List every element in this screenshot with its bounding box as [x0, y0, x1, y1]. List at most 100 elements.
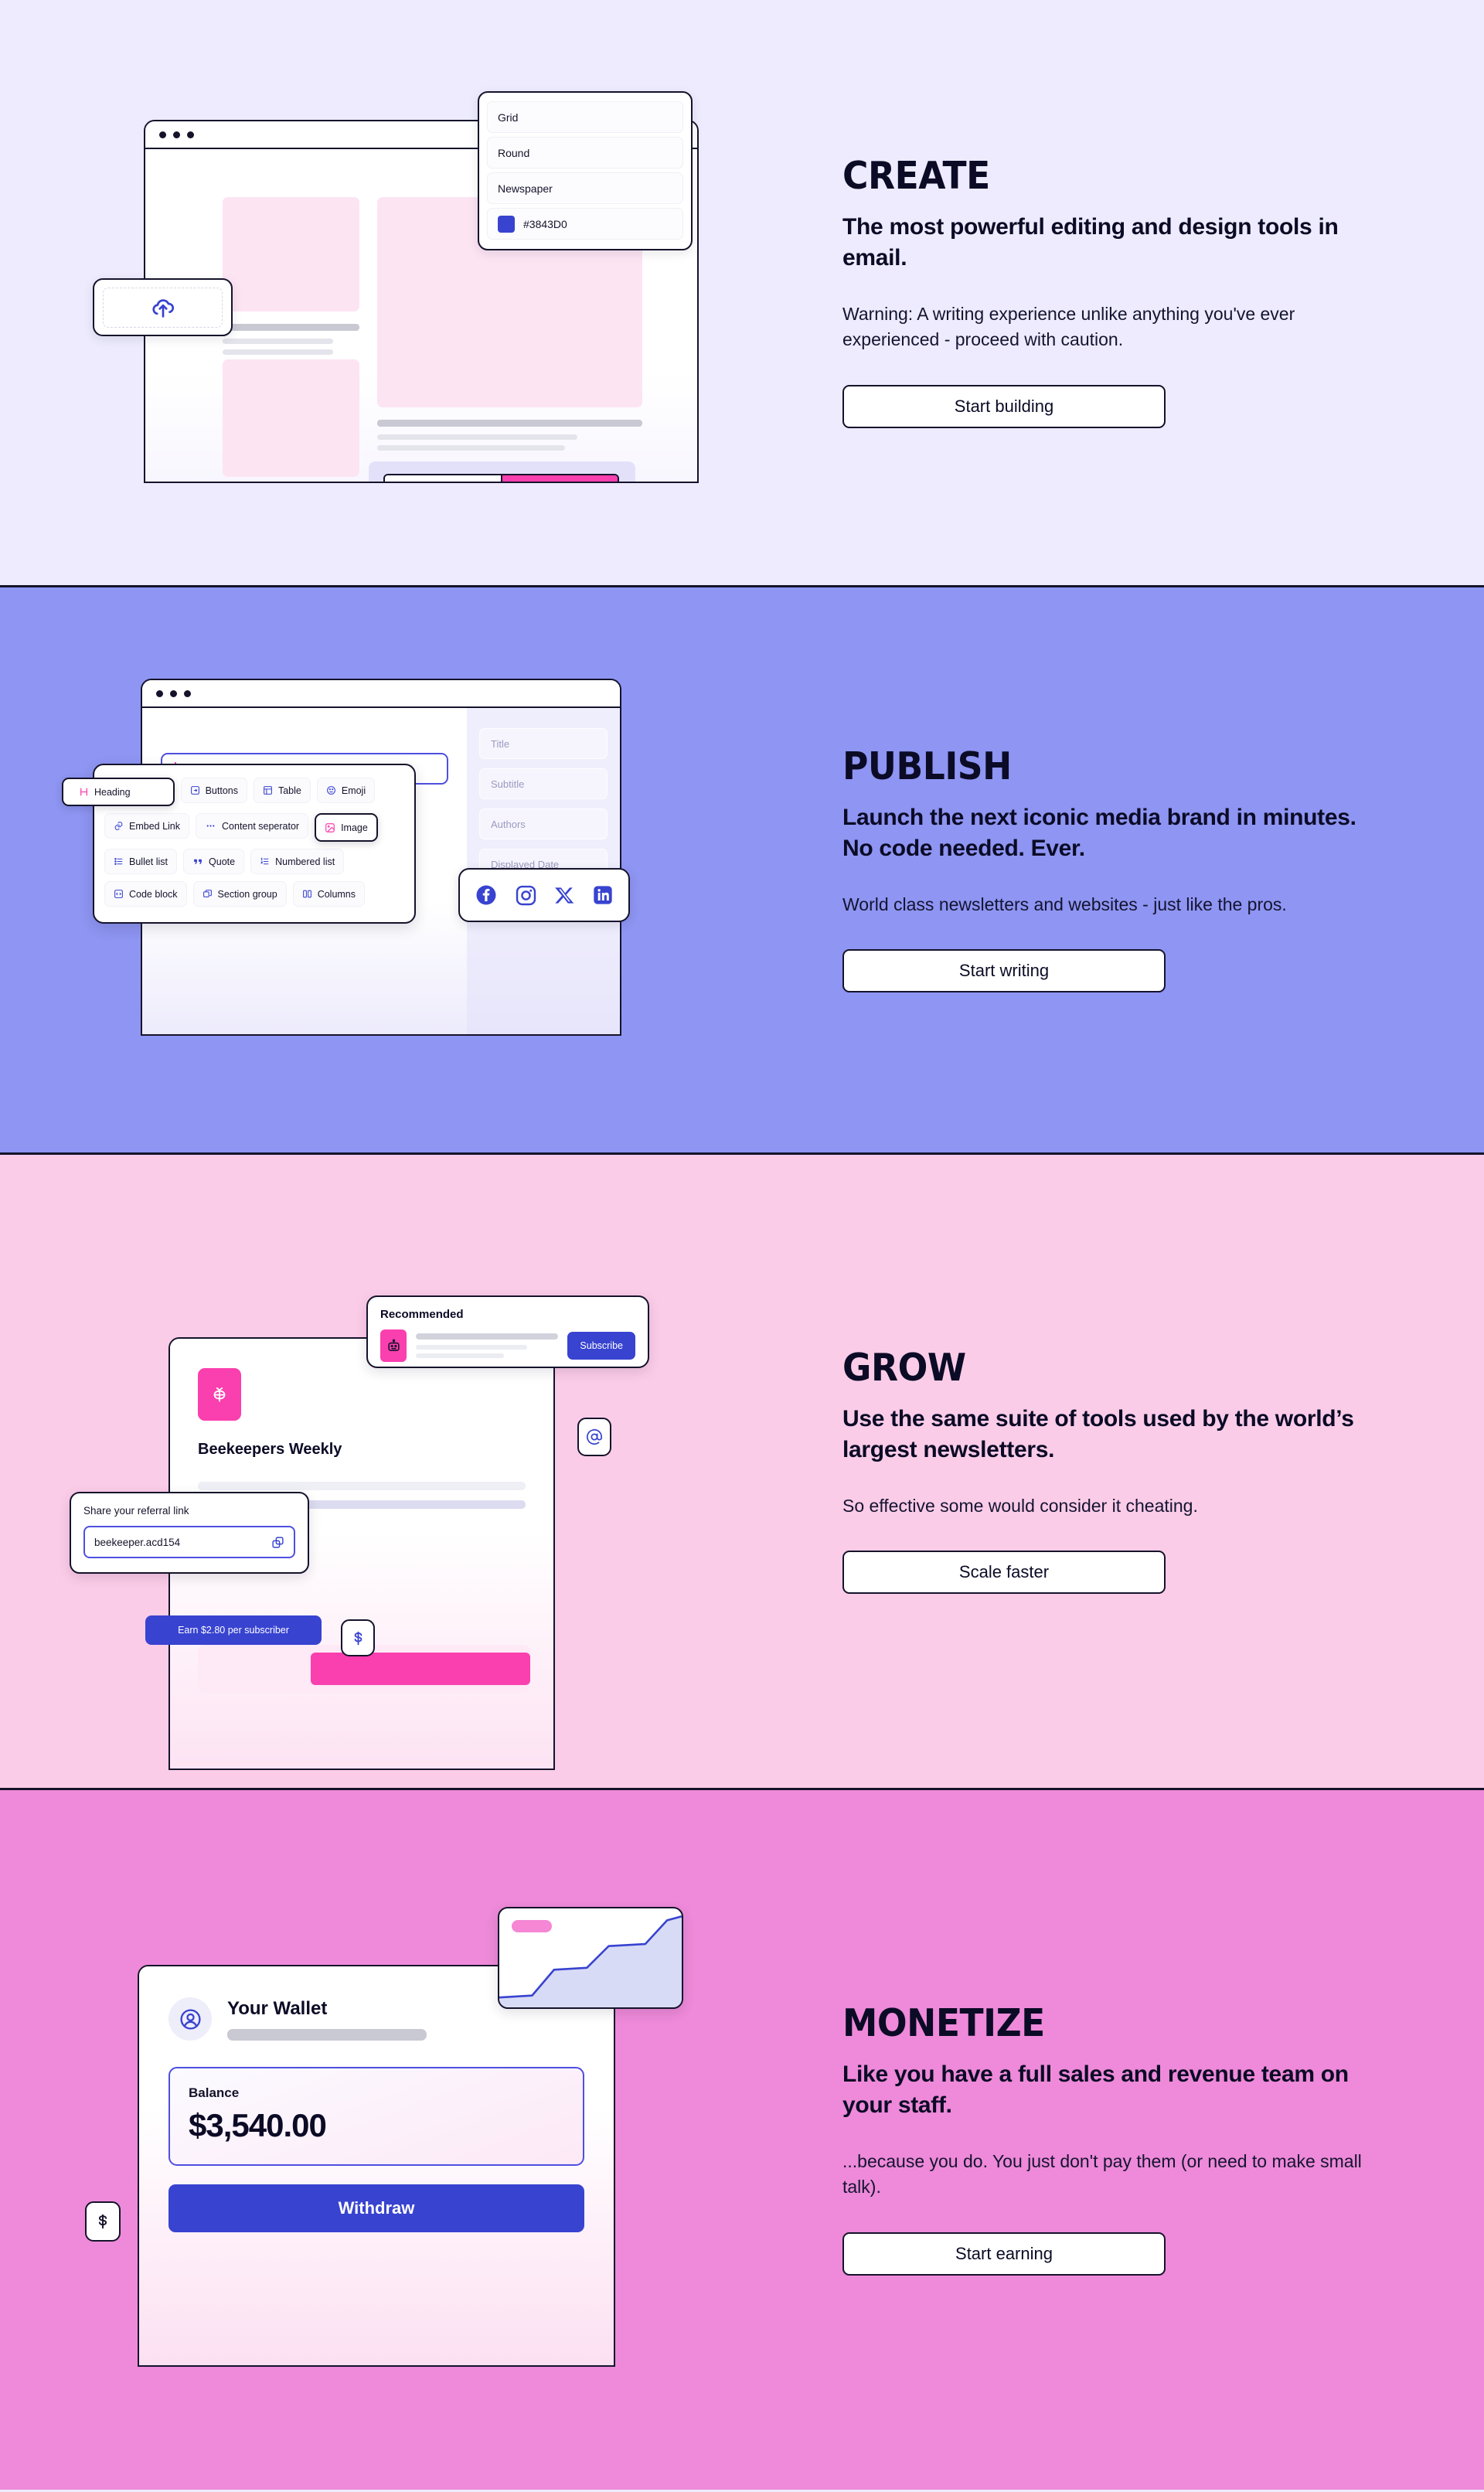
block-row: Heading Buttons Table Emoji — [62, 778, 404, 806]
traffic-light-dot — [187, 131, 194, 138]
wallet-header-text: Your Wallet — [227, 1998, 427, 2041]
columns-icon — [302, 889, 312, 899]
code-icon — [114, 889, 124, 899]
section-subcopy: So effective some would consider it chea… — [842, 1495, 1198, 1516]
section-monetize: Your Wallet Balance $3,540.00 Withdraw M… — [0, 1790, 1484, 2490]
block-bullet-list[interactable]: Bullet list — [104, 849, 178, 874]
menu-item-label: Round — [498, 146, 530, 159]
dollar-icon[interactable] — [341, 1619, 375, 1656]
avatar — [168, 1997, 212, 2041]
subscribe-button[interactable]: Subscribe — [567, 1332, 635, 1360]
block-table[interactable]: Table — [253, 778, 311, 803]
menu-item-newspaper[interactable]: Newspaper — [487, 172, 683, 204]
block-row: Embed Link Content seperator Image — [104, 813, 404, 842]
start-writing-button[interactable]: Start writing — [842, 949, 1166, 993]
publish-illustration: Type / to browse options Title Subtitle … — [0, 587, 835, 1152]
block-content-seperator[interactable]: Content seperator — [196, 813, 309, 839]
dollar-icon[interactable] — [85, 2201, 121, 2242]
window-titlebar — [142, 680, 620, 708]
block-label: Content seperator — [222, 820, 300, 832]
balance-value: $3,540.00 — [189, 2107, 327, 2143]
referral-link-input[interactable]: beekeeper.acd154 — [83, 1526, 295, 1558]
block-image[interactable]: Image — [315, 813, 378, 842]
text-skeleton — [377, 445, 565, 451]
withdraw-button[interactable]: Withdraw — [168, 2184, 584, 2232]
copy-icon[interactable] — [271, 1536, 284, 1549]
text-skeleton — [377, 420, 642, 427]
toggle-half-pink[interactable] — [500, 475, 618, 482]
section-create: Grid Round Newspaper #3843D0 CREATE The … — [0, 0, 1484, 587]
scale-faster-button[interactable]: Scale faster — [842, 1551, 1166, 1595]
start-building-button[interactable]: Start building — [842, 384, 1166, 428]
section-eyebrow: MONETIZE — [842, 2001, 1045, 2046]
color-swatch[interactable] — [498, 215, 515, 233]
field-title[interactable]: Title — [479, 728, 608, 759]
field-authors[interactable]: Authors — [479, 809, 608, 839]
menu-item-label: Grid — [498, 111, 519, 124]
toggle-half-white[interactable] — [385, 475, 501, 482]
publication-name: Beekeepers Weekly — [198, 1441, 342, 1458]
block-row: Bullet list Quote Numbered list — [104, 849, 404, 874]
menu-item-round[interactable]: Round — [487, 137, 683, 169]
text-skeleton — [223, 339, 333, 344]
robot-avatar-icon — [380, 1329, 407, 1362]
block-label: Emoji — [341, 785, 366, 796]
block-emoji[interactable]: Emoji — [316, 778, 376, 803]
upload-card[interactable] — [93, 278, 233, 336]
section-headline: The most powerful editing and design too… — [842, 214, 1339, 271]
image-placeholder — [223, 359, 359, 477]
block-label: Section group — [217, 888, 277, 900]
style-dropdown-menu[interactable]: Grid Round Newspaper #3843D0 — [478, 91, 693, 250]
block-quote[interactable]: Quote — [183, 849, 245, 874]
at-sign-icon[interactable] — [577, 1418, 611, 1456]
block-numbered-list[interactable]: Numbered list — [250, 849, 345, 874]
block-embed-link[interactable]: Embed Link — [104, 813, 190, 839]
image-placeholder — [223, 197, 359, 312]
color-hex-label: #3843D0 — [523, 217, 567, 230]
menu-item-color[interactable]: #3843D0 — [487, 208, 683, 240]
numbered-list-icon — [260, 856, 270, 866]
block-buttons[interactable]: Buttons — [180, 778, 247, 803]
block-section-group[interactable]: Section group — [192, 881, 287, 907]
link-icon — [114, 821, 124, 831]
balance-card: Balance $3,540.00 — [168, 2067, 584, 2166]
image-icon — [325, 822, 335, 833]
recommended-row: Subscribe — [380, 1329, 635, 1362]
recommended-card[interactable]: Recommended Subscribe — [366, 1295, 649, 1368]
color-toggle[interactable] — [383, 474, 619, 482]
facebook-icon[interactable] — [475, 883, 498, 907]
block-columns[interactable]: Columns — [292, 881, 366, 907]
section-subcopy: Warning: A writing experience unlike any… — [842, 304, 1295, 349]
section-group-icon — [203, 889, 213, 899]
social-links-card[interactable] — [458, 868, 630, 922]
block-code-block[interactable]: Code block — [104, 881, 187, 907]
section-subcopy: ...because you do. You just don't pay th… — [842, 2151, 1362, 2197]
field-subtitle[interactable]: Subtitle — [479, 768, 608, 799]
revenue-chart-card — [498, 1907, 683, 2009]
recommended-skeleton — [416, 1333, 559, 1358]
upload-dropzone[interactable] — [103, 287, 223, 328]
wallet-title: Your Wallet — [227, 1997, 328, 2019]
linkedin-icon[interactable] — [592, 884, 614, 906]
heading-icon — [79, 787, 89, 797]
text-skeleton — [377, 434, 577, 440]
block-label: Embed Link — [129, 820, 181, 832]
menu-item-label: Newspaper — [498, 182, 553, 195]
traffic-light-dot — [156, 689, 163, 697]
monetize-copy: MONETIZE Like you have a full sales and … — [835, 2001, 1484, 2276]
cloud-upload-icon — [150, 294, 176, 321]
start-earning-button[interactable]: Start earning — [842, 2232, 1166, 2276]
instagram-icon[interactable] — [515, 884, 537, 907]
referral-card[interactable]: Share your referral link beekeeper.acd15… — [70, 1492, 309, 1574]
block-picker-panel[interactable]: Heading Buttons Table Emoji Embed Link C… — [62, 764, 416, 924]
section-eyebrow: GROW — [842, 1345, 966, 1390]
dots-icon — [205, 821, 216, 831]
block-heading[interactable]: Heading — [62, 778, 175, 806]
quote-icon — [192, 856, 203, 866]
traffic-light-dot — [159, 131, 166, 138]
menu-item-grid[interactable]: Grid — [487, 101, 683, 133]
block-label: Heading — [94, 786, 131, 798]
traffic-light-dot — [173, 131, 180, 138]
x-twitter-icon[interactable] — [554, 885, 575, 906]
earn-per-subscriber-button[interactable]: Earn $2.80 per subscriber — [145, 1615, 322, 1645]
